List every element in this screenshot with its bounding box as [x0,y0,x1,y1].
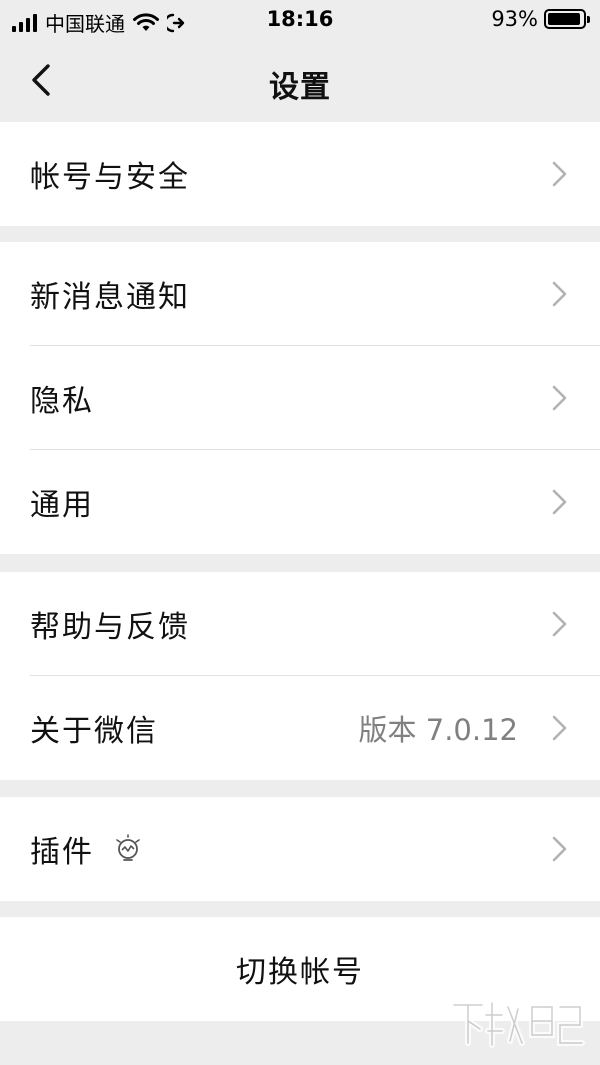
watermark-logo [451,1000,585,1048]
page-title: 设置 [269,70,331,105]
switch-account-label: 切换帐号 [236,955,364,990]
settings-item-general[interactable]: 通用 [0,450,600,554]
settings-group-general: 新消息通知 隐私 通用 [0,242,600,554]
settings-item-account-security[interactable]: 帐号与安全 [0,122,600,226]
chevron-right-icon [552,611,567,637]
settings-item-notifications[interactable]: 新消息通知 [0,242,600,346]
chevron-right-icon [552,836,567,862]
battery-icon [544,9,590,29]
chevron-right-icon [552,715,567,741]
settings-item-about-wechat[interactable]: 关于微信 版本 7.0.12 [0,676,600,780]
settings-group-plugins: 插件 [0,797,600,901]
settings-item-label: 插件 [30,835,94,870]
settings-item-plugins[interactable]: 插件 [0,797,600,901]
chevron-right-icon [552,489,567,515]
settings-item-label: 新消息通知 [30,280,190,315]
settings-item-label: 帐号与安全 [30,160,190,195]
settings-item-label: 关于微信 [30,714,158,749]
chevron-right-icon [552,161,567,187]
settings-item-privacy[interactable]: 隐私 [0,346,600,450]
settings-group-help: 帮助与反馈 关于微信 版本 7.0.12 [0,572,600,780]
settings-item-help-feedback[interactable]: 帮助与反馈 [0,572,600,676]
settings-item-label: 通用 [30,488,94,523]
battery-percent: 93% [491,7,538,31]
chevron-right-icon [552,385,567,411]
version-value: 版本 7.0.12 [358,713,518,747]
settings-item-label: 隐私 [30,384,94,419]
lightbulb-icon [116,834,140,861]
settings-group-account: 帐号与安全 [0,122,600,226]
chevron-right-icon [552,281,567,307]
status-bar: 中国联通 18:16 93% [0,0,600,40]
status-right: 93% [491,7,590,31]
settings-item-label: 帮助与反馈 [30,610,190,645]
battery-level [548,13,580,25]
nav-bar: 设置 [0,40,600,122]
